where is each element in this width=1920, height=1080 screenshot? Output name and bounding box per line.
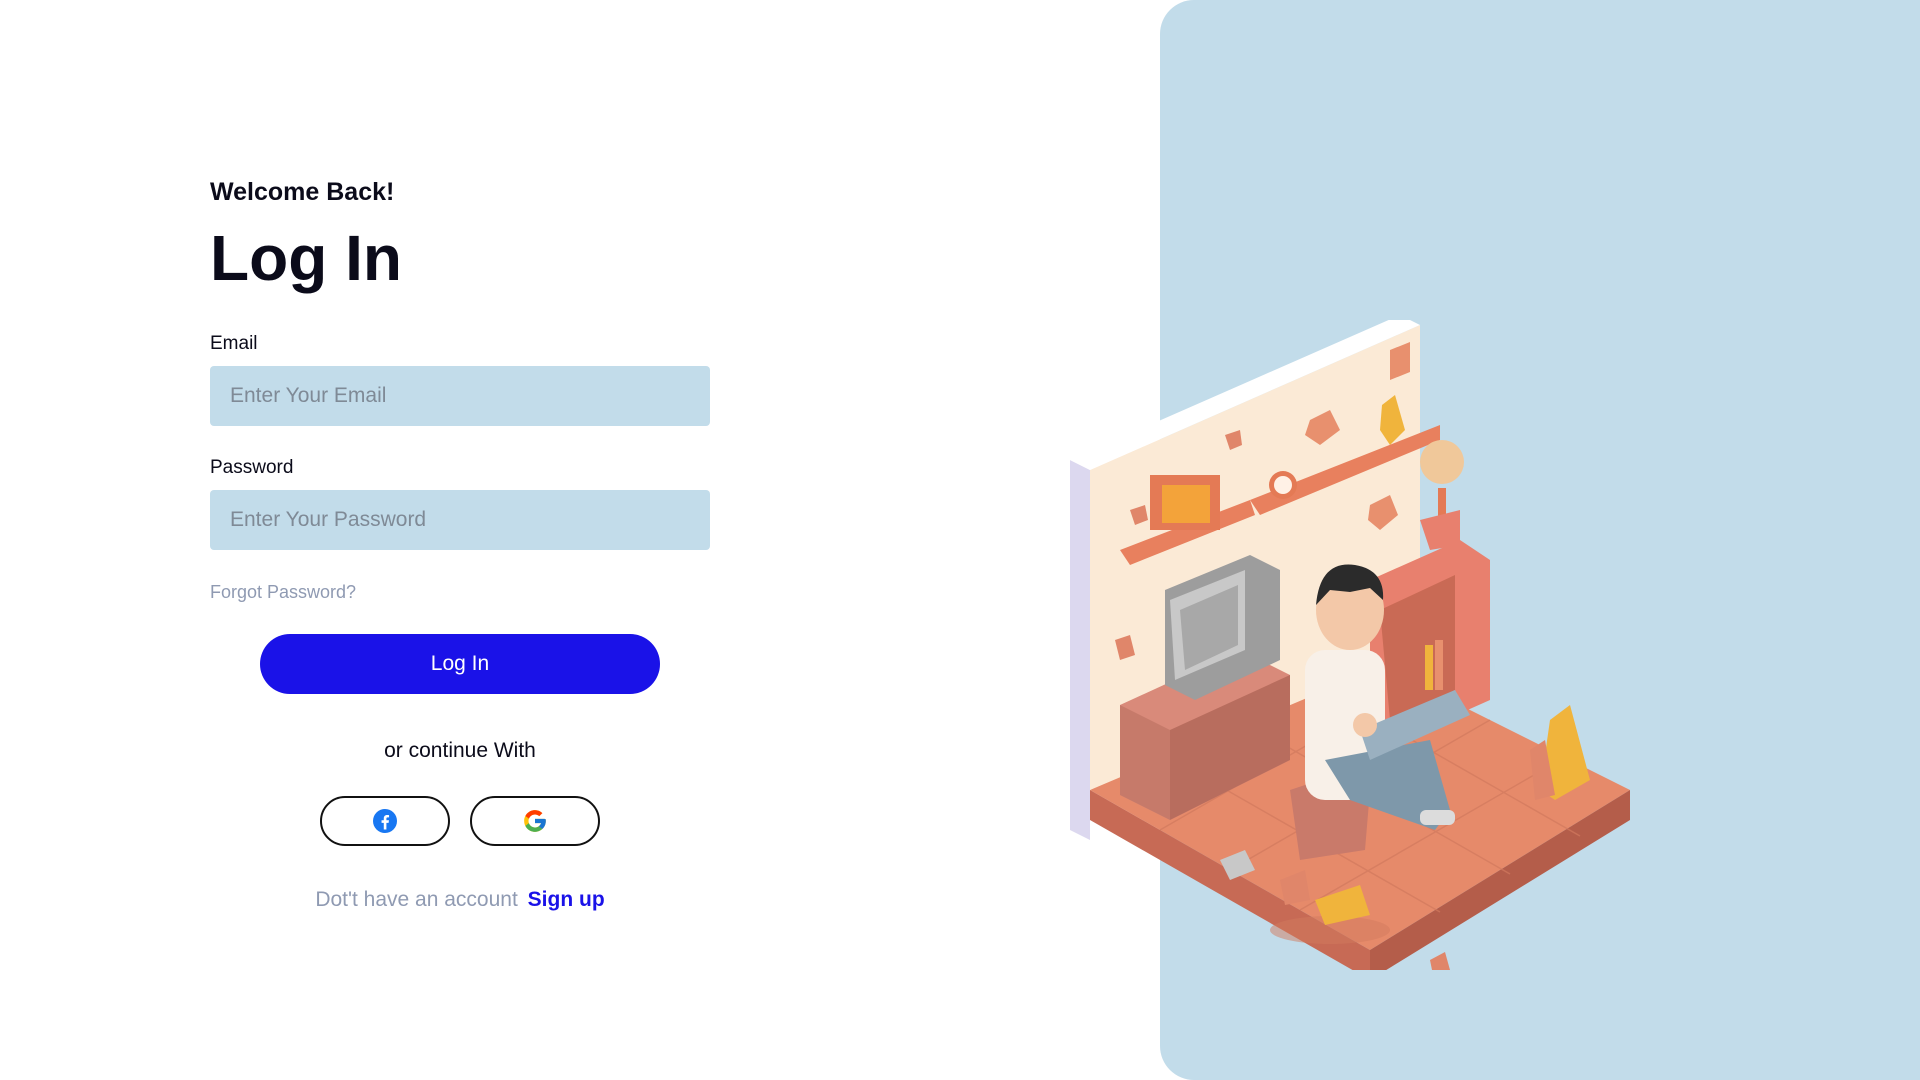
continue-with-text: or continue With bbox=[384, 739, 536, 762]
google-login-button[interactable] bbox=[470, 796, 600, 846]
signup-row: Dot't have an account Sign up bbox=[210, 886, 710, 914]
page-title: Log In bbox=[210, 222, 402, 294]
isometric-room-illustration bbox=[1070, 320, 1630, 970]
google-icon bbox=[524, 810, 546, 832]
login-form: Welcome Back! Log In Email Password Forg… bbox=[210, 176, 710, 914]
login-button[interactable]: Log In bbox=[260, 634, 660, 694]
facebook-icon bbox=[373, 809, 397, 833]
email-label: Email bbox=[210, 333, 258, 354]
signup-link[interactable]: Sign up bbox=[528, 888, 605, 911]
password-label: Password bbox=[210, 457, 294, 478]
password-input[interactable] bbox=[210, 490, 710, 550]
login-page: Welcome Back! Log In Email Password Forg… bbox=[0, 0, 1920, 1080]
signup-prompt: Dot't have an account bbox=[315, 888, 518, 911]
forgot-password-link[interactable]: Forgot Password? bbox=[210, 580, 356, 604]
welcome-heading: Welcome Back! bbox=[210, 178, 395, 206]
facebook-login-button[interactable] bbox=[320, 796, 450, 846]
email-input[interactable] bbox=[210, 366, 710, 426]
social-login-row bbox=[210, 796, 710, 846]
